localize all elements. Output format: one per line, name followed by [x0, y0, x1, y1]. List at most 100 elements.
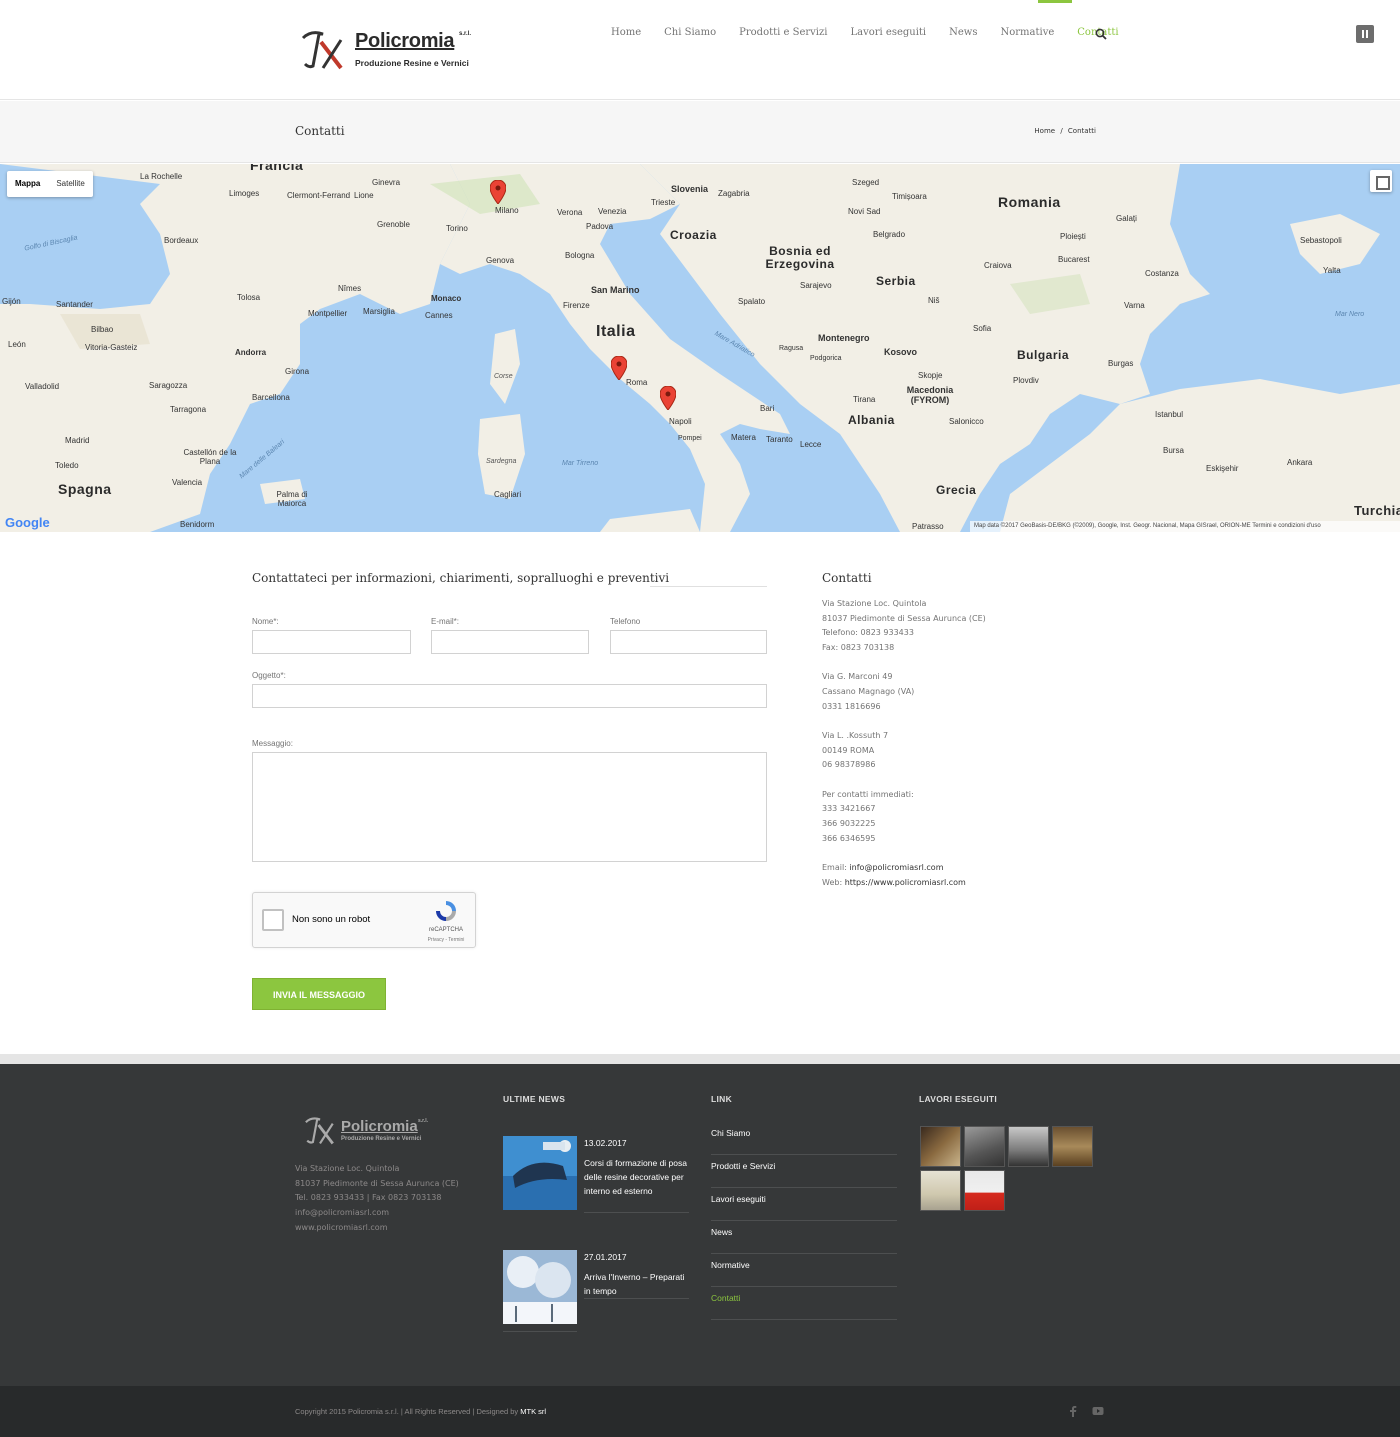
map-label-city: Matera — [731, 433, 756, 442]
map-attribution[interactable]: Map data ©2017 GeoBasis-DE/BKG (©2009), … — [970, 521, 1400, 532]
web-link[interactable]: https://www.policromiasrl.com — [845, 878, 966, 887]
youtube-icon[interactable] — [1092, 1405, 1104, 1417]
map-label-city: Venezia — [598, 207, 627, 216]
map-type-satellite[interactable]: Satellite — [48, 171, 92, 197]
nav-home[interactable]: Home — [611, 27, 641, 38]
facebook-icon[interactable] — [1067, 1405, 1079, 1417]
phone-line: 0331 1816696 — [822, 701, 881, 711]
recaptcha-checkbox[interactable] — [262, 909, 284, 931]
nav-chi-siamo[interactable]: Chi Siamo — [664, 27, 716, 38]
news-divider — [503, 1331, 577, 1332]
footer-separator — [0, 1054, 1400, 1064]
footer-address-line: 81037 Piedimonte di Sessa Aurunca (CE) — [295, 1178, 459, 1188]
news-item[interactable]: 13.02.2017 Corsi di formazione di posa d… — [503, 1136, 689, 1213]
designer-link[interactable]: MTK srl — [520, 1407, 546, 1416]
nav-lavori-eseguiti[interactable]: Lavori eseguiti — [850, 27, 926, 38]
submit-button[interactable]: INVIA IL MESSAGGIO — [252, 978, 386, 1010]
news-thumbnail[interactable] — [503, 1250, 577, 1324]
map-label-city: Varna — [1124, 301, 1145, 310]
map-label-city: Castellón de la Plana — [183, 448, 237, 466]
gallery-thumbnail[interactable] — [1008, 1126, 1049, 1167]
footer-link-chi-siamo[interactable]: Chi Siamo — [711, 1122, 897, 1155]
nav-normative[interactable]: Normative — [1000, 27, 1054, 38]
map-label-city: Bologna — [565, 251, 595, 260]
footer-link-news[interactable]: News — [711, 1221, 897, 1254]
email-label: Email: — [822, 862, 850, 872]
form-title: Contattateci per informazioni, chiarimen… — [252, 571, 670, 585]
address-block-2: Via G. Marconi 49 Cassano Magnago (VA) 0… — [822, 670, 1072, 714]
map-label-city: Ankara — [1287, 458, 1313, 467]
footer-link-lavori[interactable]: Lavori eseguiti — [711, 1188, 897, 1221]
logo-mark-icon — [301, 31, 343, 70]
page-title-bar: Contatti Home / Contatti — [0, 101, 1400, 163]
gallery-thumbnail[interactable] — [920, 1126, 961, 1167]
breadcrumb-home[interactable]: Home — [1034, 127, 1055, 135]
map-label-city: Genova — [486, 256, 515, 265]
map-label-city: Madrid — [65, 436, 90, 445]
gallery-thumbnail[interactable] — [964, 1126, 1005, 1167]
map-pin-icon[interactable] — [490, 180, 506, 204]
web-block: Email: info@policromiasrl.com Web: https… — [822, 861, 1072, 890]
search-icon[interactable] — [1095, 28, 1107, 40]
map-pin-icon[interactable] — [660, 386, 676, 410]
address-line: Via G. Marconi 49 — [822, 672, 893, 682]
email-label: E-mail*: — [431, 617, 460, 626]
news-title[interactable]: Corsi di formazione di posa delle resine… — [584, 1156, 689, 1198]
map-label-country: Monaco — [431, 294, 462, 303]
google-logo[interactable]: Google — [5, 515, 50, 530]
news-title[interactable]: Arriva l'Inverno – Preparati in tempo — [584, 1270, 689, 1298]
map-label-city: Verona — [557, 208, 583, 217]
news-item[interactable]: 27.01.2017 Arriva l'Inverno – Preparati … — [503, 1250, 689, 1326]
menu-icon[interactable] — [1356, 25, 1374, 43]
map-label-city: San Marino — [591, 285, 640, 295]
map-pin-icon[interactable] — [611, 356, 627, 380]
map-label-city: Szeged — [852, 178, 880, 187]
google-map[interactable]: Mappa Satellite + − Google Map data ©201… — [0, 164, 1400, 532]
recaptcha-terms[interactable]: Privacy - Termini — [421, 937, 471, 943]
map-label-city: Valladolid — [25, 382, 60, 391]
footer-address-line: Via Stazione Loc. Quintola — [295, 1164, 400, 1173]
map-label-sea: Mar Nero — [1335, 311, 1365, 318]
map-label-city: Novi Sad — [848, 207, 881, 216]
footer-link-prodotti[interactable]: Prodotti e Servizi — [711, 1155, 897, 1188]
name-field[interactable] — [252, 630, 411, 654]
map-label-city: Grenoble — [377, 220, 410, 229]
fullscreen-icon[interactable] — [1370, 170, 1392, 192]
map-label-city: Padova — [586, 222, 614, 231]
news-thumbnail[interactable] — [503, 1136, 577, 1210]
footer-logo-tagline: Produzione Resine e Vernici — [341, 1136, 422, 1142]
map-label-city: Spalato — [738, 297, 766, 306]
email-link[interactable]: info@policromiasrl.com — [849, 863, 943, 872]
recaptcha-brand: reCAPTCHA — [428, 927, 463, 933]
footer-logo[interactable]: Policromia s.r.l. Produzione Resine e Ve… — [303, 1114, 433, 1148]
subject-label: Oggetto*: — [252, 671, 286, 680]
recaptcha-widget: Non sono un robot reCAPTCHA Privacy - Te… — [252, 892, 476, 948]
map-label-city: Limoges — [229, 189, 260, 198]
site-logo[interactable]: Policromia s.r.l. Produzione Resine e Ve… — [299, 26, 479, 72]
map-type-map[interactable]: Mappa — [7, 171, 48, 197]
email-field[interactable] — [431, 630, 589, 654]
gallery-thumbnail[interactable] — [920, 1170, 961, 1211]
news-divider — [584, 1298, 689, 1299]
nav-prodotti-servizi[interactable]: Prodotti e Servizi — [739, 27, 827, 38]
fax-line: Fax: 0823 703138 — [822, 643, 895, 653]
message-field[interactable] — [252, 752, 767, 862]
gallery-thumbnail[interactable] — [964, 1170, 1005, 1211]
footer-address: Via Stazione Loc. Quintola 81037 Piedimo… — [295, 1162, 459, 1236]
nav-news[interactable]: News — [949, 27, 977, 38]
footer-link-contatti[interactable]: Contatti — [711, 1287, 897, 1320]
map-label-country: Macedonia (FYROM) — [906, 385, 954, 405]
footer-address-line: info@policromiasrl.com — [295, 1208, 390, 1218]
breadcrumb-current: Contatti — [1067, 127, 1096, 135]
map-label-region: Sardegna — [486, 458, 517, 465]
map-label-city: Taranto — [766, 435, 793, 444]
gallery-thumbnail[interactable] — [1052, 1126, 1093, 1167]
map-label-city: Lecce — [800, 440, 822, 449]
name-label: Nome*: — [252, 617, 279, 626]
map-label-city: Gijón — [2, 297, 21, 306]
phone-label: Telefono — [610, 617, 641, 626]
phone-field[interactable] — [610, 630, 767, 654]
subject-field[interactable] — [252, 684, 767, 708]
map-label-city: Sebastopoli — [1300, 236, 1342, 245]
footer-link-normative[interactable]: Normative — [711, 1254, 897, 1287]
